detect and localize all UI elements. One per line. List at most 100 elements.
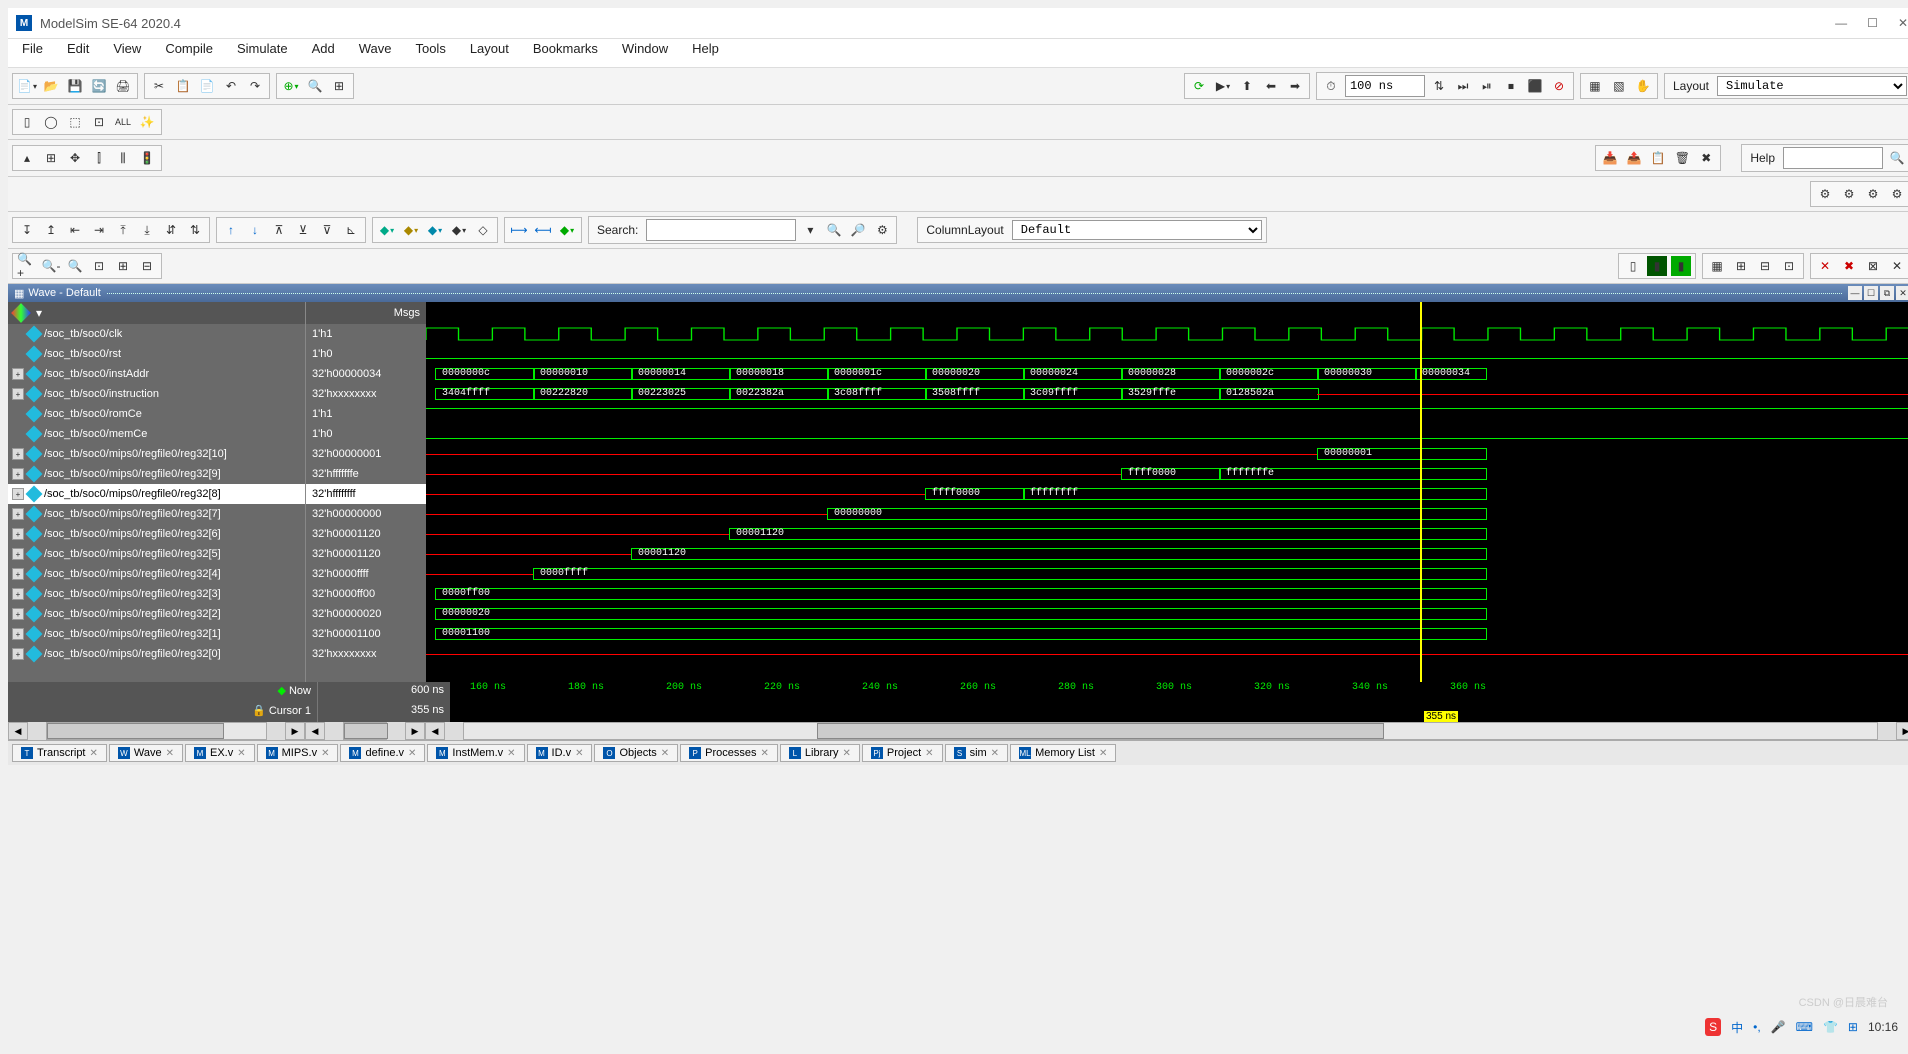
wave-scroll-right-icon[interactable]: ▶ [1896,722,1908,740]
new-button[interactable]: 📄 [17,76,37,96]
tab-mips-v[interactable]: MMIPS.v✕ [257,744,339,762]
tab-close-icon[interactable]: ✕ [166,748,174,759]
zoom-last-icon[interactable]: ⊟ [137,256,157,276]
tray-shirt-icon[interactable]: 👕 [1823,1020,1838,1034]
panel-max-icon[interactable]: ☐ [1864,286,1878,300]
zoom-cursor-icon[interactable]: ⊞ [113,256,133,276]
mode-3-button[interactable]: ⬚ [65,112,85,132]
open-button[interactable]: 📂 [41,76,61,96]
bookmark-x-icon[interactable]: ✖ [1696,148,1716,168]
sig-scroll-right-icon[interactable]: ▶ [285,722,305,740]
delta-clr-icon[interactable]: ⊠ [1863,256,1883,276]
signal-row[interactable]: +/soc_tb/soc0/mips0/regfile0/reg32[6] [8,524,305,544]
maximize-icon[interactable]: ☐ [1867,16,1878,30]
tab-processes[interactable]: PProcesses✕ [680,744,778,762]
wave-style-3-icon[interactable]: ▮ [1671,256,1691,276]
filter-a-icon[interactable]: ⊼ [269,220,289,240]
close-icon[interactable]: ✕ [1898,16,1908,30]
gear-4-icon[interactable]: ⚙ [1887,184,1907,204]
filter-d-icon[interactable]: ⊾ [341,220,361,240]
delta-opt-icon[interactable]: ✕ [1887,256,1907,276]
signal-row[interactable]: +/soc_tb/soc0/mips0/regfile0/reg32[10] [8,444,305,464]
waveform-canvas[interactable]: 0000000c0000001000000014000000180000001c… [426,302,1908,682]
tab-objects[interactable]: OObjects✕ [594,744,678,762]
pointer-icon[interactable]: ▴ [17,148,37,168]
search-prev-icon[interactable]: 🔎 [848,220,868,240]
gear-3-icon[interactable]: ⚙ [1863,184,1883,204]
add-sig-icon[interactable]: ◆ [377,220,397,240]
expand-icon[interactable]: + [12,648,24,660]
help-input[interactable] [1783,147,1883,169]
signal-col-icon[interactable] [11,303,31,323]
cursor-add-icon[interactable]: ↧ [17,220,37,240]
tab-close-icon[interactable]: ✕ [321,748,329,759]
break-button[interactable]: ⏹ [1501,76,1521,96]
tab-close-icon[interactable]: ✕ [575,748,583,759]
expand-icon[interactable]: + [12,448,24,460]
vbar-button[interactable]: ⫿ [89,148,109,168]
grid-1-icon[interactable]: ▦ [1707,256,1727,276]
all-button[interactable]: ALL [113,112,133,132]
wave-style-2-icon[interactable]: ▮ [1647,256,1667,276]
menu-layout[interactable]: Layout [470,41,509,65]
menu-wave[interactable]: Wave [359,41,392,65]
signal-row[interactable]: +/soc_tb/soc0/mips0/regfile0/reg32[9] [8,464,305,484]
step-back-button[interactable]: ⬅ [1261,76,1281,96]
tray-kbd-icon[interactable]: ⌨ [1796,1020,1813,1034]
signal-row[interactable]: /soc_tb/soc0/rst [8,344,305,364]
expand-icon[interactable]: + [12,628,24,640]
menu-simulate[interactable]: Simulate [237,41,288,65]
tab-library[interactable]: LLibrary✕ [780,744,860,762]
cursor-box[interactable]: 355 ns [1424,711,1458,722]
expand-in-icon[interactable]: ⟼ [509,220,529,240]
signal-row[interactable]: +/soc_tb/soc0/instAddr [8,364,305,384]
step-up-button[interactable]: ⬆ [1237,76,1257,96]
tab-close-icon[interactable]: ✕ [408,748,416,759]
ime-icon[interactable]: S [1705,1018,1721,1036]
expand-diamond-icon[interactable]: ◆ [557,220,577,240]
grid-2-icon[interactable]: ⊞ [1731,256,1751,276]
panel-float-icon[interactable]: ⧉ [1880,286,1894,300]
menu-tools[interactable]: Tools [415,41,445,65]
edge-b-icon[interactable]: ⤓ [137,220,157,240]
edge-c-icon[interactable]: ⇵ [161,220,181,240]
restart-button[interactable]: ⟳ [1189,76,1209,96]
tab-project[interactable]: PjProject✕ [862,744,943,762]
tab-id-v[interactable]: MID.v✕ [527,744,593,762]
mode-2-button[interactable]: ◯ [41,112,61,132]
panel-close-icon[interactable]: ✕ [1896,286,1908,300]
expand-icon[interactable]: + [12,508,24,520]
expand-icon[interactable]: + [12,608,24,620]
step-spinner[interactable]: ⇅ [1429,76,1449,96]
gear-2-icon[interactable]: ⚙ [1839,184,1859,204]
expand-icon[interactable]: + [12,488,24,500]
tab-define-v[interactable]: Mdefine.v✕ [340,744,425,762]
signal-row[interactable]: /soc_tb/soc0/memCe [8,424,305,444]
edge-d-icon[interactable]: ⇅ [185,220,205,240]
tray-mic-icon[interactable]: 🎤 [1771,1020,1786,1034]
tab-instmem-v[interactable]: MInstMem.v✕ [427,744,524,762]
menu-view[interactable]: View [113,41,141,65]
cursor-line[interactable] [1420,302,1422,682]
tab-close-icon[interactable]: ✕ [843,748,851,759]
menu-bookmarks[interactable]: Bookmarks [533,41,598,65]
hand-icon[interactable]: ✋ [1633,76,1653,96]
tab-close-icon[interactable]: ✕ [661,748,669,759]
help-search-icon[interactable]: 🔍 [1887,148,1907,168]
expand-icon[interactable]: + [12,588,24,600]
compile-button[interactable]: ⊕ [281,76,301,96]
paste-button[interactable]: 📄 [197,76,217,96]
tray-icon-1[interactable]: 中 [1731,1019,1743,1036]
grid-4-icon[interactable]: ⊡ [1779,256,1799,276]
cursor-del-icon[interactable]: ↥ [41,220,61,240]
move-icon[interactable]: ✥ [65,148,85,168]
save-button[interactable]: 💾 [65,76,85,96]
tab-close-icon[interactable]: ✕ [507,748,515,759]
zoom-region-icon[interactable]: ⊡ [89,256,109,276]
tree-button[interactable]: ⊞ [329,76,349,96]
zoom-out-icon[interactable]: 🔍- [41,256,61,276]
expand-icon[interactable]: + [12,568,24,580]
stop-button[interactable]: ⬛ [1525,76,1545,96]
tab-close-icon[interactable]: ✕ [1099,748,1107,759]
up-blue-icon[interactable]: ↑ [221,220,241,240]
